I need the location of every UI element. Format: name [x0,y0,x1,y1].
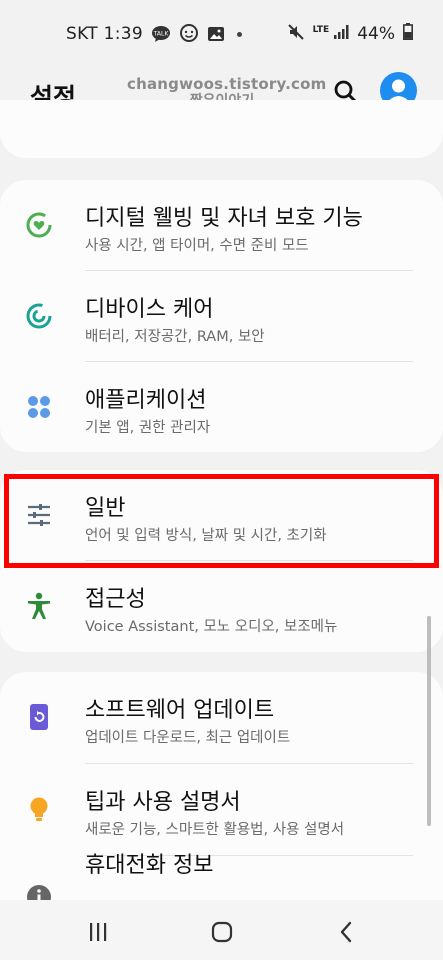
notification-dot-icon [236,31,242,37]
recent-apps-icon[interactable] [86,920,110,944]
settings-item-general[interactable]: 일반 언어 및 입력 방식, 날짜 및 시간, 초기화 [0,470,443,560]
settings-item-digital-wellbeing[interactable]: 디지털 웰빙 및 자녀 보호 기능 사용 시간, 앱 타이머, 수면 준비 모드 [0,180,443,270]
lightbulb-icon [24,794,54,824]
settings-group-1: 디지털 웰빙 및 자녀 보호 기능 사용 시간, 앱 타이머, 수면 준비 모드… [0,180,443,452]
navigation-bar [0,900,443,960]
settings-group-3: 소프트웨어 업데이트 업데이트 다운로드, 최근 업데이트 팁과 사용 설명서 … [0,672,443,932]
item-title: 애플리케이션 [85,388,207,413]
item-subtitle: 업데이트 다운로드, 최근 업데이트 [85,730,291,746]
item-title: 소프트웨어 업데이트 [85,698,275,723]
status-bar: SKT 1:39 TALK LTE 44% [0,0,443,68]
accessibility-icon [24,591,54,621]
apps-icon [24,392,54,422]
item-subtitle: 새로운 기능, 스마트한 활용법, 사용 설명서 [85,822,345,838]
home-icon[interactable] [209,920,235,944]
item-title: 일반 [85,496,126,521]
scrolled-card [0,100,443,158]
watermark-url: changwoos.tistory.com [127,75,327,93]
item-title: 팁과 사용 설명서 [85,790,241,815]
signal-icon [333,24,349,45]
item-subtitle: 사용 시간, 앱 타이머, 수면 준비 모드 [85,238,309,254]
digital-wellbeing-icon [24,210,54,240]
settings-group-2: 일반 언어 및 입력 방식, 날짜 및 시간, 초기화 접근성 Voice As… [0,470,443,652]
item-title: 디지털 웰빙 및 자녀 보호 기능 [85,206,363,231]
item-title: 접근성 [85,587,146,612]
carrier-time: SKT 1:39 [66,24,143,44]
item-title: 디바이스 케어 [85,297,214,322]
sliders-icon [24,500,54,530]
battery-percent: 44% [357,24,395,44]
mute-icon [287,23,305,46]
scrollbar[interactable] [427,616,431,826]
settings-item-accessibility[interactable]: 접근성 Voice Assistant, 모노 오디오, 보조메뉴 [0,561,443,651]
settings-item-tips[interactable]: 팁과 사용 설명서 새로운 기능, 스마트한 활용법, 사용 설명서 [0,764,443,854]
gallery-icon [207,26,225,42]
settings-item-applications[interactable]: 애플리케이션 기본 앱, 권한 관리자 [0,362,443,452]
battery-icon [403,23,413,45]
item-subtitle: Voice Assistant, 모노 오디오, 보조메뉴 [85,619,338,635]
item-subtitle: 언어 및 입력 방식, 날짜 및 시간, 초기화 [85,528,327,544]
location-face-icon [179,24,199,44]
software-update-icon [24,702,54,732]
item-title: 휴대전화 정보 [85,853,214,878]
device-care-icon [24,301,54,331]
item-subtitle: 배터리, 저장공간, RAM, 보안 [85,329,265,345]
settings-item-software-update[interactable]: 소프트웨어 업데이트 업데이트 다운로드, 최근 업데이트 [0,672,443,762]
lte-label: LTE [312,24,330,35]
svg-text:TALK: TALK [153,31,170,38]
settings-item-device-care[interactable]: 디바이스 케어 배터리, 저장공간, RAM, 보안 [0,271,443,361]
back-icon[interactable] [334,920,358,944]
item-subtitle: 기본 앱, 권한 관리자 [85,420,211,436]
kakaotalk-icon: TALK [151,25,171,43]
